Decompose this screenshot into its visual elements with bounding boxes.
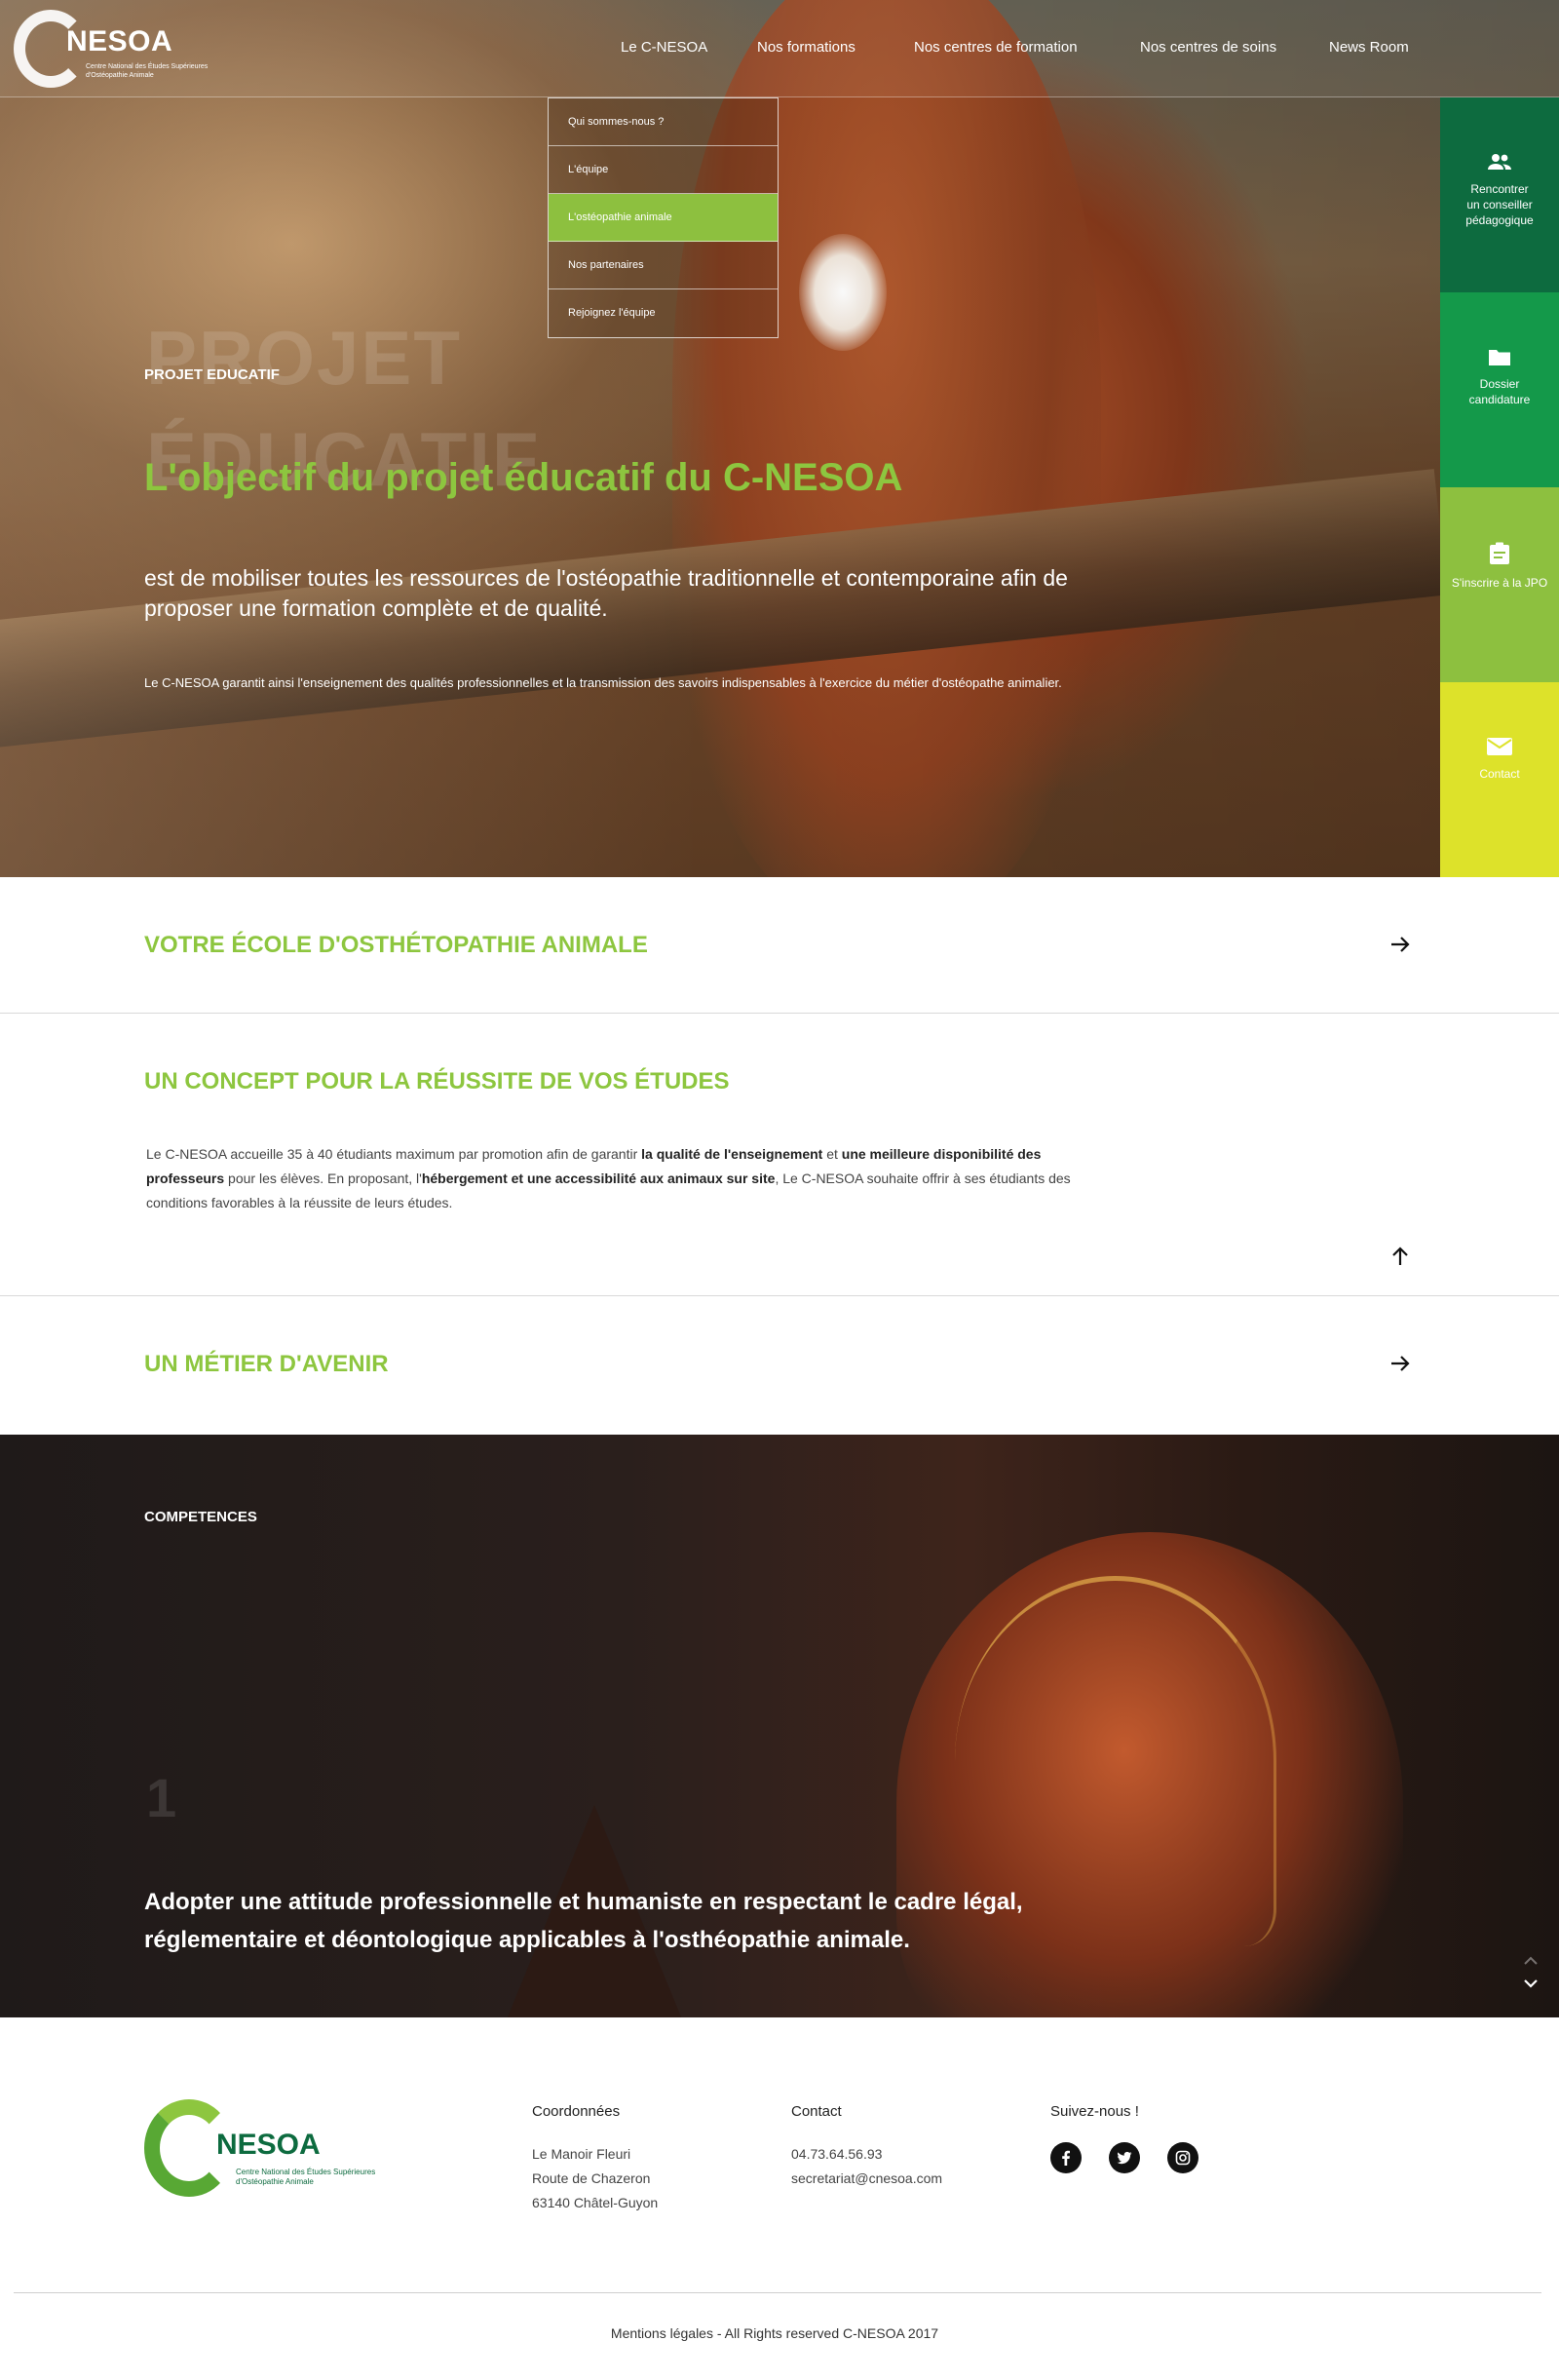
application-file-button[interactable]: Dossier candidature	[1440, 292, 1559, 487]
open-day-signup-label: S'inscrire à la JPO	[1451, 576, 1548, 590]
instagram-link[interactable]	[1167, 2142, 1198, 2173]
chevron-down-icon[interactable]	[1522, 1977, 1540, 1990]
accordion-concept[interactable]: UN CONCEPT POUR LA RÉUSSITE DE VOS ÉTUDE…	[0, 1014, 1559, 1296]
nav-nos-centres-soins[interactable]: Nos centres de soins	[1140, 39, 1276, 56]
concept-bold-1: la qualité de l'enseignement	[641, 1146, 823, 1162]
dropdown-item-osteopathie-animale[interactable]: L'ostéopathie animale	[549, 194, 778, 242]
people-icon	[1488, 154, 1511, 170]
contact-button[interactable]: Contact	[1440, 682, 1559, 877]
dropdown-item-equipe[interactable]: L'équipe	[549, 146, 778, 194]
twitter-icon	[1117, 2151, 1132, 2165]
hero-title: L'objectif du projet éducatif du C-NESOA	[144, 456, 903, 499]
facebook-link[interactable]	[1050, 2142, 1082, 2173]
twitter-link[interactable]	[1109, 2142, 1140, 2173]
application-file-label-1: Dossier	[1479, 377, 1520, 391]
dropdown-item-qui-sommes-nous[interactable]: Qui sommes-nous ?	[549, 98, 778, 146]
competences-section: COMPETENCES 1 Adopter une attitude profe…	[0, 1435, 1559, 2017]
dropdown-item-partenaires[interactable]: Nos partenaires	[549, 242, 778, 289]
side-actions: Rencontrer un conseiller pédagogique Dos…	[1440, 97, 1559, 877]
nav-nos-formations[interactable]: Nos formations	[757, 39, 856, 56]
concept-text-2: et	[822, 1146, 842, 1162]
accordion-career-title: UN MÉTIER D'AVENIR	[144, 1351, 389, 1377]
competences-kicker: COMPETENCES	[144, 1509, 257, 1525]
nav-nos-centres-formation[interactable]: Nos centres de formation	[914, 39, 1078, 56]
site-logo[interactable]: NESOA Centre National des Études Supérie…	[14, 10, 228, 90]
footer-contact-heading: Contact	[791, 2103, 842, 2120]
meet-advisor-label-2: un conseiller	[1466, 198, 1533, 211]
competences-text: Adopter une attitude professionnelle et …	[144, 1889, 1023, 1953]
meet-advisor-label-3: pédagogique	[1465, 213, 1534, 227]
dropdown-item-rejoignez[interactable]: Rejoignez l'équipe	[549, 289, 778, 337]
footer-contact: 04.73.64.56.93 secretariat@cnesoa.com	[791, 2142, 942, 2191]
open-day-signup-button[interactable]: S'inscrire à la JPO	[1440, 487, 1559, 682]
footer-address: Le Manoir Fleuri Route de Chazeron 63140…	[532, 2142, 658, 2215]
chevron-up-icon[interactable]	[1522, 1953, 1540, 1967]
hero-section: NESOA Centre National des Études Supérie…	[0, 0, 1559, 877]
meet-advisor-label-1: Rencontrer	[1470, 182, 1529, 196]
logo-tagline: Centre National des Études Supérieures d…	[86, 63, 209, 79]
nav-news-room[interactable]: News Room	[1329, 39, 1409, 56]
concept-text-3: pour les élèves. En proposant, l'	[224, 1171, 422, 1186]
footer-divider	[14, 2292, 1541, 2293]
footer-logo[interactable]: NESOA Centre National des Études Supérie…	[144, 2099, 388, 2207]
nav-dropdown-menu: Qui sommes-nous ? L'équipe L'ostéopathie…	[548, 97, 779, 338]
envelope-icon	[1487, 738, 1512, 755]
arrow-up-icon[interactable]	[1389, 1246, 1411, 1267]
competences-number: 1	[146, 1767, 177, 1828]
instagram-icon	[1175, 2150, 1191, 2166]
footer-logo-name: NESOA	[216, 2129, 321, 2161]
site-footer: NESOA Centre National des Études Supérie…	[0, 2017, 1559, 2380]
clipboard-icon	[1490, 542, 1509, 564]
email-link[interactable]: secretariat@cnesoa.com	[791, 2167, 942, 2191]
address-line: Le Manoir Fleuri	[532, 2146, 631, 2162]
footer-copyright[interactable]: Mentions légales - All Rights reserved C…	[0, 2325, 1549, 2341]
arrow-right-icon[interactable]	[1389, 934, 1411, 955]
footer-coords-heading: Coordonnées	[532, 2103, 621, 2120]
hero-kicker: PROJET EDUCATIF	[144, 366, 280, 383]
facebook-icon	[1062, 2150, 1070, 2166]
footer-social-heading: Suivez-nous !	[1050, 2103, 1139, 2120]
accordion-career[interactable]: UN MÉTIER D'AVENIR	[0, 1296, 1559, 1435]
address-line: Route de Chazeron	[532, 2170, 651, 2186]
folder-icon	[1489, 350, 1510, 365]
hero-watermark-line1: PROJET	[146, 315, 463, 401]
contact-label: Contact	[1479, 767, 1520, 781]
footer-logo-tagline: Centre National des Études Supérieures d…	[236, 2168, 376, 2186]
meet-advisor-button[interactable]: Rencontrer un conseiller pédagogique	[1440, 97, 1559, 292]
phone-link[interactable]: 04.73.64.56.93	[791, 2142, 942, 2167]
accordion-concept-title: UN CONCEPT POUR LA RÉUSSITE DE VOS ÉTUDE…	[144, 1068, 730, 1094]
accordion-school-title: VOTRE ÉCOLE D'OSTHÉTOPATHIE ANIMALE	[144, 932, 648, 958]
application-file-label-2: candidature	[1468, 393, 1531, 406]
concept-bold-3: hébergement et une accessibilité aux ani…	[421, 1171, 776, 1186]
arrow-right-icon[interactable]	[1389, 1353, 1411, 1374]
concept-text-1: Le C-NESOA accueille 35 à 40 étudiants m…	[146, 1146, 642, 1162]
logo-name: NESOA	[66, 25, 173, 58]
nav-le-cnesoa[interactable]: Le C-NESOA	[621, 39, 707, 56]
address-line: 63140 Châtel-Guyon	[532, 2195, 659, 2210]
accordion-concept-body: Le C-NESOA accueille 35 à 40 étudiants m…	[146, 1142, 1121, 1215]
hero-small-text: Le C-NESOA garantit ainsi l'enseignement…	[144, 675, 1062, 690]
accordion-school[interactable]: VOTRE ÉCOLE D'OSTHÉTOPATHIE ANIMALE	[0, 877, 1559, 1014]
hero-lead: est de mobiliser toutes les ressources d…	[144, 565, 1068, 621]
